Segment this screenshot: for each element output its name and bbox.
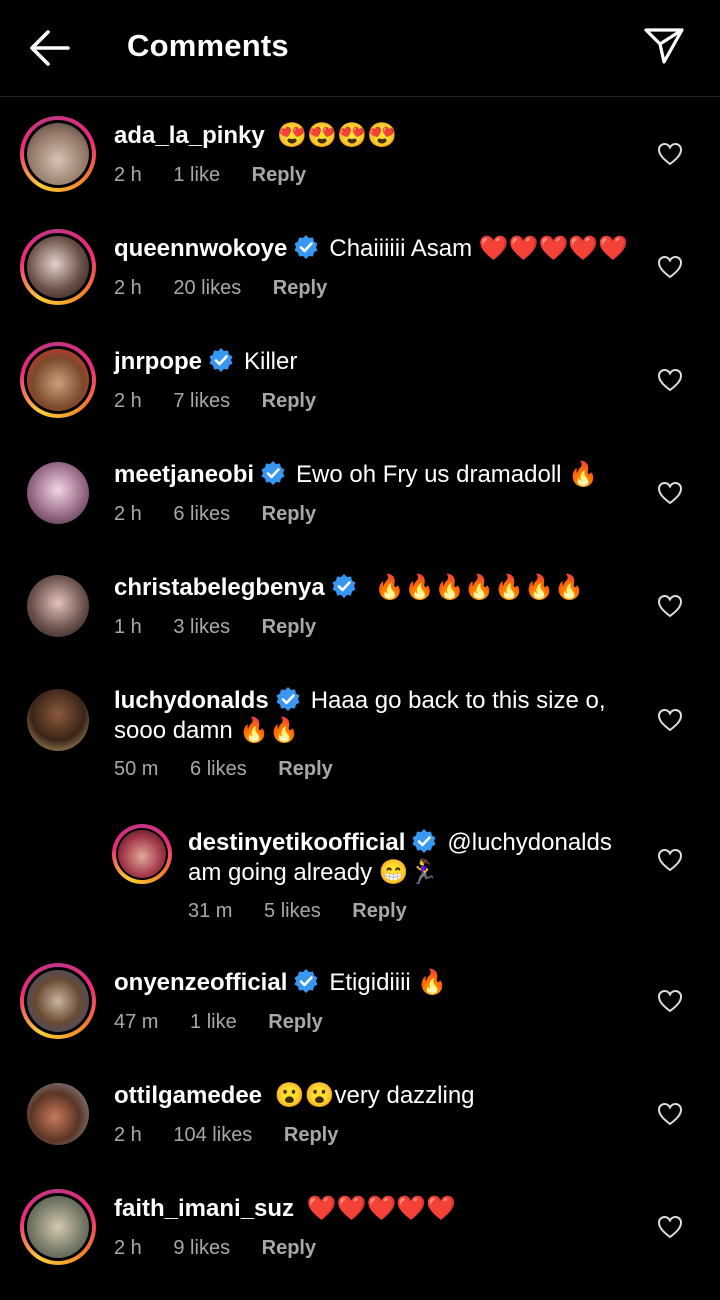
comment-text: Chaiiiiii Asam ❤️❤️❤️❤️❤️: [329, 235, 629, 262]
verified-badge-icon: [294, 969, 318, 993]
comment-likes[interactable]: 1 like: [190, 1011, 237, 1033]
comment-username[interactable]: luchydonalds: [114, 687, 269, 714]
comment-likes[interactable]: 6 likes: [190, 758, 247, 780]
comment-text: ❤️❤️❤️❤️❤️: [306, 1195, 457, 1222]
verified-badge-icon: [412, 829, 436, 853]
comment-text: Ewo oh Fry us dramadoll 🔥: [296, 461, 599, 488]
comment-username[interactable]: queennwokoye: [114, 235, 287, 262]
comment-text: 😮😮very dazzling: [274, 1082, 475, 1109]
mention-link[interactable]: @luchydonalds: [447, 829, 611, 856]
verified-badge-icon: [276, 687, 300, 711]
verified-badge-icon: [332, 574, 356, 598]
comment-text: 🔥🔥🔥🔥🔥🔥🔥: [374, 574, 584, 601]
reply-button[interactable]: Reply: [268, 1011, 322, 1033]
avatar[interactable]: [20, 229, 96, 305]
comment-text-continued: sooo damn 🔥🔥: [114, 717, 300, 744]
avatar[interactable]: [20, 682, 96, 758]
reply-button[interactable]: Reply: [284, 1124, 338, 1146]
comment-username[interactable]: faith_imani_suz: [114, 1195, 294, 1222]
heart-outline-icon[interactable]: [657, 142, 683, 166]
reply-button[interactable]: Reply: [262, 390, 316, 412]
heart-outline-icon[interactable]: [657, 848, 683, 872]
comment-likes[interactable]: 20 likes: [173, 277, 241, 299]
comment-likes[interactable]: 1 like: [173, 164, 220, 186]
comment-username[interactable]: ottilgamedee: [114, 1082, 262, 1109]
comment-username[interactable]: christabelegbenya: [114, 574, 325, 601]
heart-outline-icon[interactable]: [657, 1215, 683, 1239]
verified-badge-icon: [209, 348, 233, 372]
comment-likes[interactable]: 5 likes: [264, 900, 321, 922]
reply-button[interactable]: Reply: [252, 164, 306, 186]
avatar[interactable]: [112, 824, 172, 884]
comment-time: 47 m: [114, 1011, 159, 1033]
comment-likes[interactable]: 3 likes: [173, 616, 230, 638]
avatar[interactable]: [20, 116, 96, 192]
heart-outline-icon[interactable]: [657, 989, 683, 1013]
avatar[interactable]: [20, 1189, 96, 1265]
avatar[interactable]: [20, 1076, 96, 1152]
comment-text: Etigidiiii 🔥: [329, 969, 448, 996]
page-title: Comments: [127, 28, 289, 63]
heart-outline-icon[interactable]: [657, 1102, 683, 1126]
reply-button[interactable]: Reply: [278, 758, 332, 780]
verified-badge-icon: [261, 461, 285, 485]
comment-text: Haaa go back to this size o,: [310, 687, 606, 714]
avatar[interactable]: [20, 568, 96, 644]
heart-outline-icon[interactable]: [657, 255, 683, 279]
comment-time: 50 m: [114, 758, 159, 780]
reply-button[interactable]: Reply: [273, 277, 327, 299]
comment-text-continued: am going already 😁🏃‍♀️: [188, 859, 439, 886]
comment-text: Killer: [244, 348, 298, 375]
avatar[interactable]: [20, 342, 96, 418]
comment-username[interactable]: ada_la_pinky: [114, 122, 265, 149]
reply-button[interactable]: Reply: [262, 503, 316, 525]
comment-time: 1 h: [114, 616, 142, 638]
comment-time: 2 h: [114, 503, 142, 525]
comment-time: 2 h: [114, 1237, 142, 1259]
back-arrow-icon[interactable]: [28, 28, 72, 68]
comment-time: 31 m: [188, 900, 233, 922]
reply-button[interactable]: Reply: [262, 616, 316, 638]
heart-outline-icon[interactable]: [657, 368, 683, 392]
comment-username[interactable]: destinyetikoofficial: [188, 829, 405, 856]
comment-likes[interactable]: 104 likes: [173, 1124, 252, 1146]
reply-button[interactable]: Reply: [262, 1237, 316, 1259]
verified-badge-icon: [294, 235, 318, 259]
reply-button[interactable]: Reply: [352, 900, 406, 922]
comment-username[interactable]: meetjaneobi: [114, 461, 254, 488]
comment-time: 2 h: [114, 390, 142, 412]
comment-likes[interactable]: 6 likes: [173, 503, 230, 525]
comment-likes[interactable]: 7 likes: [173, 390, 230, 412]
heart-outline-icon[interactable]: [657, 594, 683, 618]
heart-outline-icon[interactable]: [657, 481, 683, 505]
comment-time: 2 h: [114, 277, 142, 299]
paper-plane-icon[interactable]: [642, 26, 686, 66]
comment-time: 2 h: [114, 164, 142, 186]
avatar[interactable]: [20, 455, 96, 531]
header-bar: Comments: [0, 0, 720, 97]
comment-time: 2 h: [114, 1124, 142, 1146]
comment-text: 😍😍😍😍: [277, 122, 397, 149]
comment-likes[interactable]: 9 likes: [173, 1237, 230, 1259]
comment-username[interactable]: jnrpope: [114, 348, 202, 375]
comment-username[interactable]: onyenzeofficial: [114, 969, 287, 996]
heart-outline-icon[interactable]: [657, 708, 683, 732]
avatar[interactable]: [20, 963, 96, 1039]
